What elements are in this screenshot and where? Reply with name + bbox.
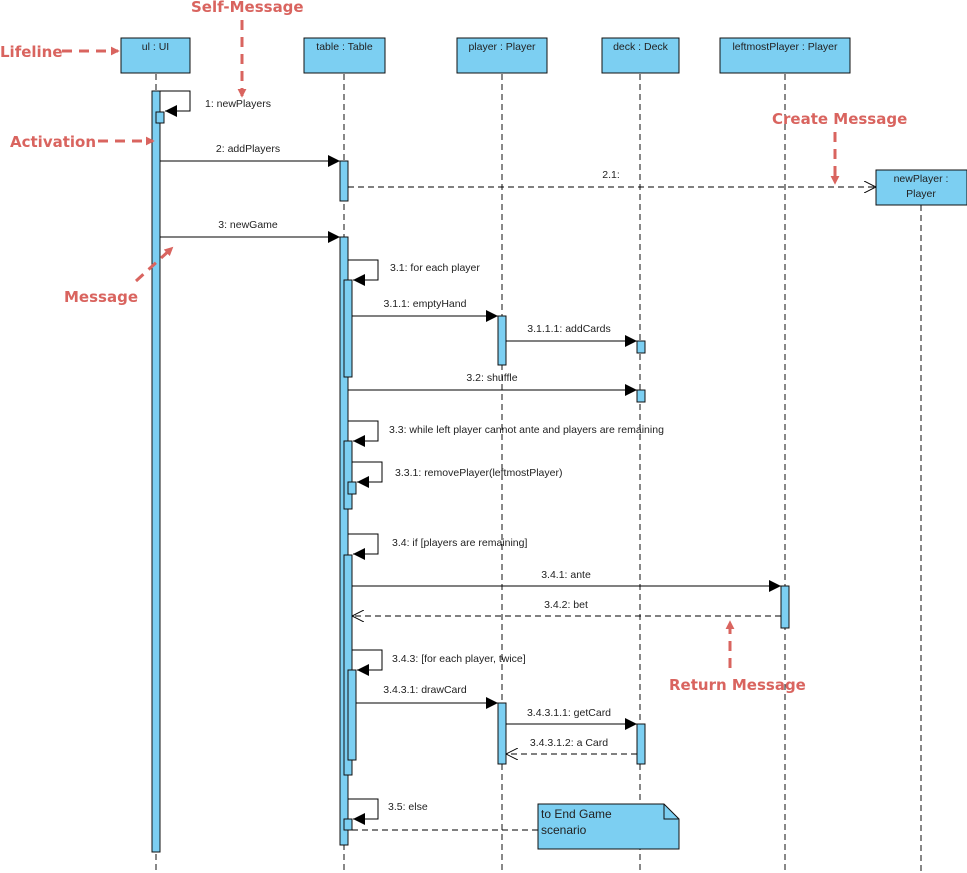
label-3-4-3-1-2: 3.4.3.1.2: a Card bbox=[530, 737, 608, 749]
lifeline-new-player[interactable]: newPlayer : Player bbox=[875, 169, 967, 206]
annotation-message: Message bbox=[64, 288, 138, 306]
lifeline-label-table: table : Table bbox=[316, 41, 373, 53]
activation-table-addplayers[interactable] bbox=[339, 160, 349, 202]
activation-player-emptyhand[interactable] bbox=[497, 315, 507, 366]
note-text-1: to End Game bbox=[541, 807, 612, 821]
activation-table-foreach[interactable] bbox=[343, 279, 353, 378]
label-3-1-1: 3.1.1: emptyHand bbox=[384, 298, 467, 310]
activation-deck-addcards[interactable] bbox=[636, 340, 646, 354]
label-3-3-1: 3.3.1: removePlayer(leftmostPlayer) bbox=[395, 467, 562, 479]
activation-leftmost-ante[interactable] bbox=[780, 585, 790, 629]
label-3-4-3-1-1: 3.4.3.1.1: getCard bbox=[527, 707, 611, 719]
annotation-activation: Activation bbox=[10, 133, 96, 151]
label-3-3: 3.3: while left player cannot ante and p… bbox=[389, 424, 664, 436]
label-3-2: 3.2: shuffle bbox=[466, 372, 517, 384]
lifeline-ui[interactable]: ul : UI bbox=[120, 37, 191, 74]
message-3-5-else[interactable] bbox=[348, 798, 379, 825]
activation-table-else[interactable] bbox=[343, 818, 353, 831]
activation-table-while[interactable] bbox=[343, 440, 353, 510]
note[interactable]: to End Game scenario bbox=[537, 803, 680, 850]
message-1-newplayers[interactable] bbox=[160, 90, 191, 117]
messages bbox=[160, 90, 876, 831]
note-text-2: scenario bbox=[541, 823, 587, 837]
lifeline-label-newplayer-1: newPlayer : bbox=[894, 173, 949, 185]
message-3-4-if[interactable] bbox=[348, 533, 379, 560]
sequence-diagram: ul : UI table : Table player : Player de… bbox=[0, 0, 967, 873]
message-3-1-foreach[interactable] bbox=[348, 259, 379, 286]
activation-table-removeplayer[interactable] bbox=[347, 481, 357, 495]
activation-ui-self[interactable] bbox=[155, 111, 165, 124]
lifeline-deck[interactable]: deck : Deck bbox=[601, 37, 680, 74]
label-3-4-1: 3.4.1: ante bbox=[541, 569, 591, 581]
label-3-4-3: 3.4.3: [for each player, twice] bbox=[392, 653, 526, 665]
message-3-3-1-removeplayer[interactable] bbox=[352, 461, 383, 488]
label-3-1: 3.1: for each player bbox=[390, 262, 480, 274]
lifeline-label-leftmost: leftmostPlayer : Player bbox=[732, 41, 838, 53]
annotations: Lifeline Self-Message Activation Create … bbox=[0, 0, 907, 694]
activation-ui[interactable] bbox=[151, 90, 161, 853]
lifeline-label-newplayer-2: Player bbox=[906, 188, 936, 200]
message-labels: 1: newPlayers 2: addPlayers 2.1: 3: newG… bbox=[205, 98, 664, 813]
lifeline-table[interactable]: table : Table bbox=[303, 37, 386, 74]
label-3-4-2: 3.4.2: bet bbox=[544, 599, 588, 611]
lifeline-label-ui: ul : UI bbox=[142, 41, 169, 53]
label-2-1: 2.1: bbox=[602, 169, 620, 181]
label-3-5: 3.5: else bbox=[388, 801, 428, 813]
lifeline-leftmost-player[interactable]: leftmostPlayer : Player bbox=[719, 37, 851, 74]
annotation-create-message: Create Message bbox=[772, 110, 907, 128]
annotation-return-message: Return Message bbox=[669, 676, 806, 694]
lifeline-label-deck: deck : Deck bbox=[613, 41, 669, 53]
label-3-4: 3.4: if [players are remaining] bbox=[392, 537, 527, 549]
activation-deck-shuffle[interactable] bbox=[636, 389, 646, 403]
lifeline-label-player: player : Player bbox=[468, 41, 536, 53]
message-3-4-3-twice[interactable] bbox=[352, 649, 383, 676]
label-3-1-1-1: 3.1.1.1: addCards bbox=[527, 323, 610, 335]
label-2: 2: addPlayers bbox=[216, 143, 280, 155]
annotation-self-message: Self-Message bbox=[191, 0, 304, 16]
activation-player-drawcard[interactable] bbox=[497, 702, 507, 765]
activation-deck-getcard[interactable] bbox=[636, 723, 646, 765]
lifeline-player[interactable]: player : Player bbox=[456, 37, 548, 74]
annotation-lifeline: Lifeline bbox=[0, 43, 63, 61]
label-3-4-3-1: 3.4.3.1: drawCard bbox=[383, 684, 467, 696]
message-3-3-while[interactable] bbox=[348, 420, 379, 447]
activation-table-twice[interactable] bbox=[347, 669, 357, 761]
label-1: 1: newPlayers bbox=[205, 98, 271, 110]
label-3: 3: newGame bbox=[218, 219, 278, 231]
